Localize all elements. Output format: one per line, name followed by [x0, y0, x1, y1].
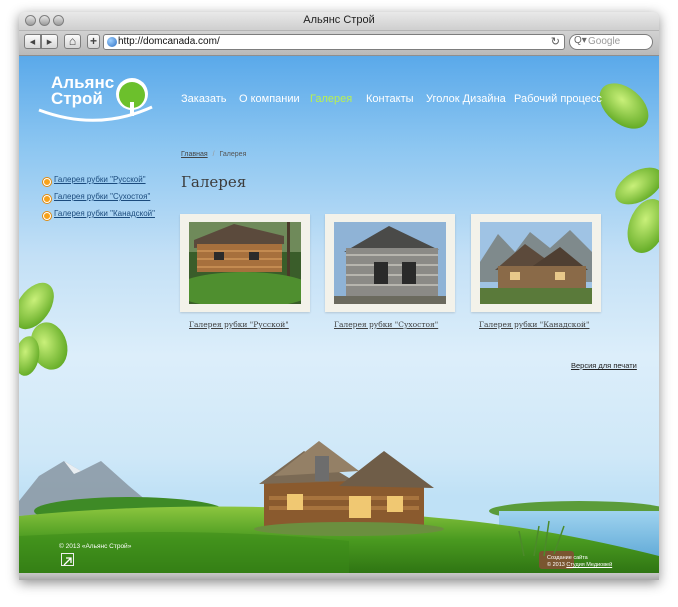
gallery-image-russian [189, 222, 301, 304]
url-text: http://domcanada.com/ [118, 36, 220, 47]
window-title: Альянс Строй [303, 14, 375, 26]
breadcrumb: Главная / Галерея [181, 151, 246, 158]
gallery-image-canadian [480, 222, 592, 304]
gallery-image-dry [334, 222, 446, 304]
gallery-caption-russian[interactable]: Галерея рубки "Русской" [189, 320, 289, 329]
search-field[interactable]: Q▾ Google [569, 34, 653, 50]
address-bar[interactable]: http://domcanada.com/ ↻ [103, 34, 565, 50]
back-arrow-icon: ◀ [29, 39, 36, 46]
copyright-text: © 2013 «Альянс Строй» [59, 543, 132, 550]
site-logo[interactable]: Альянс Строй [37, 72, 157, 132]
globe-icon [107, 37, 117, 47]
nav-item-gallery[interactable]: Галерея [310, 93, 352, 105]
search-icon: Q▾ [574, 35, 587, 46]
share-arrow-icon[interactable] [61, 553, 74, 566]
browser-toolbar: ◀ ▶ ⌂ + http://domcanada.com/ ↻ Q▾ Googl… [19, 31, 659, 56]
house-illustration [254, 441, 444, 536]
add-bookmark-button[interactable]: + [87, 34, 100, 49]
breadcrumb-separator: / [212, 151, 215, 158]
gallery-thumb-russian[interactable] [180, 214, 310, 312]
studio-credit-year: © 2013 [547, 562, 565, 568]
forward-arrow-icon: ▶ [46, 39, 53, 46]
nav-item-workflow[interactable]: Рабочий процесс [514, 93, 602, 105]
bullet-icon [43, 212, 51, 220]
nav-item-order[interactable]: Заказать [181, 93, 227, 105]
studio-credit-line1: Создание сайта [547, 555, 588, 561]
page-title: Галерея [181, 173, 247, 191]
browser-window: Альянс Строй ◀ ▶ ⌂ + http://domcanada.co… [19, 12, 659, 580]
logo-text-line2: Строй [51, 89, 103, 108]
bullet-icon [43, 178, 51, 186]
studio-link[interactable]: Студия Медиовей [566, 562, 612, 568]
gallery-thumb-canadian[interactable] [471, 214, 601, 312]
gallery-thumb-dry[interactable] [325, 214, 455, 312]
back-button[interactable]: ◀ [24, 34, 41, 49]
status-bar [19, 573, 659, 580]
nav-item-about[interactable]: О компании [239, 93, 300, 105]
print-version-link[interactable]: Версия для печати [571, 361, 637, 370]
reload-icon[interactable]: ↻ [551, 35, 560, 48]
plus-icon: + [89, 34, 97, 48]
sidebar-link-canadian[interactable]: Галерея рубки "Канадской" [54, 209, 155, 218]
nav-item-design[interactable]: Уголок Дизайна [426, 93, 506, 105]
home-icon: ⌂ [68, 34, 77, 48]
bullet-icon [43, 195, 51, 203]
home-button[interactable]: ⌂ [64, 34, 81, 49]
background-scenery [19, 83, 659, 573]
gallery-caption-canadian[interactable]: Галерея рубки "Канадской" [479, 320, 589, 329]
breadcrumb-home-link[interactable]: Главная [181, 151, 208, 158]
forward-button[interactable]: ▶ [41, 34, 58, 49]
title-bar: Альянс Строй [19, 12, 659, 31]
gallery-caption-dry[interactable]: Галерея рубки "Сухостоя" [334, 320, 438, 329]
sidebar-link-dry[interactable]: Галерея рубки "Сухостоя" [54, 192, 150, 201]
sidebar-link-russian[interactable]: Галерея рубки "Русской" [54, 175, 146, 184]
search-placeholder: Google [588, 36, 621, 47]
breadcrumb-current: Галерея [219, 151, 247, 158]
web-page: Альянс Строй Заказать О компании Галерея… [19, 56, 659, 573]
nav-item-contacts[interactable]: Контакты [366, 93, 414, 105]
studio-credit: Создание сайта © 2013 Студия Медиовей [547, 555, 612, 569]
